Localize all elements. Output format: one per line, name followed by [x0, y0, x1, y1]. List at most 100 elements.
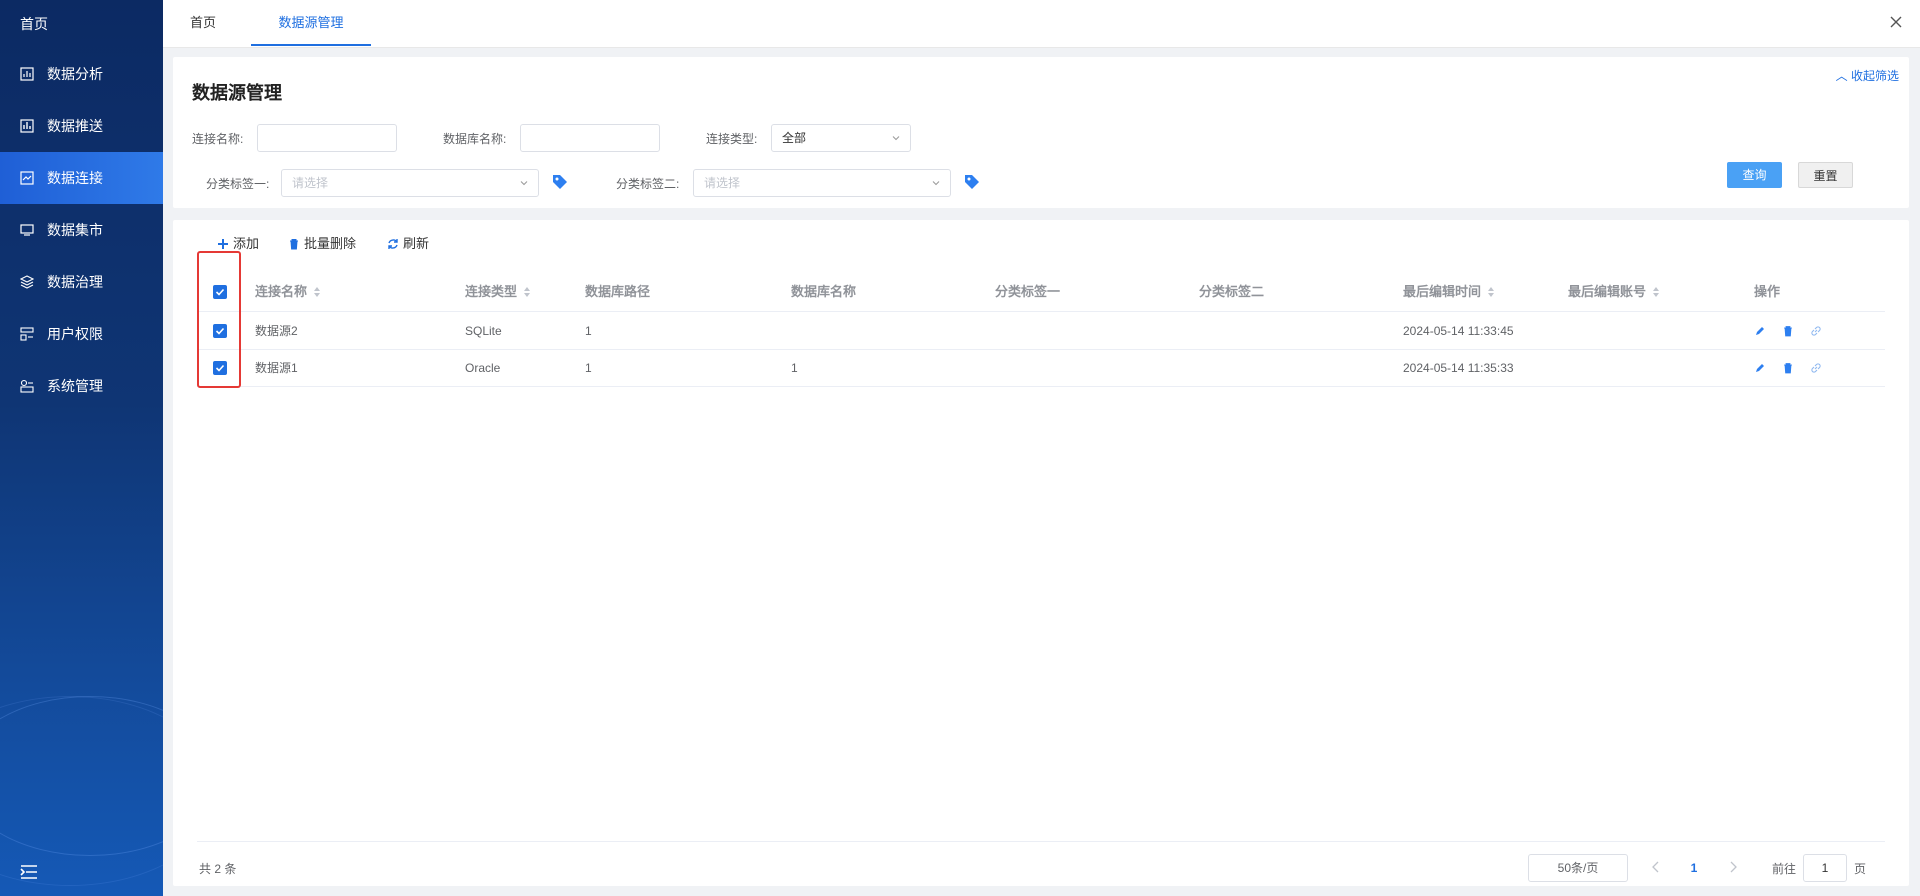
edit-icon[interactable] — [1754, 362, 1766, 374]
filter-panel: 数据源管理 ︿ 收起筛选 连接名称: 数据库名称: 连接类型: 全部 分类标签一… — [173, 57, 1909, 208]
column-header-label: 最后编辑时间 — [1403, 284, 1482, 299]
sidebar-item-data-connection[interactable]: 数据连接 — [0, 152, 163, 204]
cell-db-name: 1 — [791, 361, 798, 375]
sidebar-item-data-mart[interactable]: 数据集市 — [0, 204, 163, 256]
refresh-label: 刷新 — [403, 236, 430, 251]
sidebar-decoration — [0, 696, 163, 886]
db-name-label: 数据库名称: — [443, 132, 507, 146]
column-header: 分类标签二 — [1199, 284, 1265, 299]
sidebar-item-user-permission[interactable]: 用户权限 — [0, 308, 163, 360]
conn-name-input[interactable] — [257, 124, 397, 152]
tag2-select[interactable]: 请选择 — [693, 169, 951, 197]
refresh-icon — [388, 239, 398, 249]
total-count: 共 2 条 — [199, 862, 237, 876]
selection-highlight-box — [197, 251, 241, 388]
tag-icon[interactable] — [551, 173, 569, 191]
conn-type-label: 连接类型: — [706, 132, 758, 146]
sort-icon[interactable] — [1652, 286, 1660, 298]
column-header: 数据库路径 — [585, 284, 651, 299]
goto-prefix: 前往 — [1772, 862, 1797, 876]
system-icon — [20, 379, 34, 393]
chevron-right-icon[interactable] — [1728, 861, 1738, 873]
column-header-label: 连接类型 — [465, 284, 518, 299]
table-panel: 添加 批量删除 刷新 连接名称 连接类型 数据库路径 数据库名称 分类标签一 分… — [173, 220, 1909, 886]
chevron-down-icon — [520, 181, 528, 186]
sort-icon[interactable] — [523, 286, 531, 298]
conn-type-value: 全部 — [782, 131, 807, 145]
page-size-select[interactable]: 50条/页 — [1528, 854, 1628, 882]
goto-suffix: 页 — [1854, 862, 1867, 876]
cell-path: 1 — [585, 324, 592, 338]
sidebar: 首页 数据分析 数据推送 数据连接 数据集市 数据治理 用户权限 系统管理 — [0, 0, 163, 896]
tag1-label: 分类标签一: — [206, 177, 270, 191]
sidebar-item-label: 数据推送 — [47, 118, 103, 134]
delete-icon[interactable] — [1782, 362, 1794, 374]
cell-type: SQLite — [465, 324, 502, 338]
cell-name: 数据源1 — [255, 361, 298, 375]
cell-type: Oracle — [465, 361, 501, 375]
table-row[interactable]: 数据源1 Oracle 1 1 2024-05-14 11:35:33 — [197, 350, 1885, 387]
sidebar-item-data-push[interactable]: 数据推送 — [0, 100, 163, 152]
tag-icon[interactable] — [963, 173, 981, 191]
column-header: 操作 — [1754, 284, 1781, 299]
column-header: 数据库名称 — [791, 284, 857, 299]
tag2-placeholder: 请选择 — [704, 176, 741, 190]
chart-icon — [20, 67, 34, 81]
tag1-select[interactable]: 请选择 — [281, 169, 539, 197]
conn-type-select[interactable]: 全部 — [771, 124, 911, 152]
delete-icon[interactable] — [1782, 325, 1794, 337]
db-name-input[interactable] — [520, 124, 660, 152]
link-icon[interactable] — [1810, 362, 1822, 374]
sidebar-item-data-governance[interactable]: 数据治理 — [0, 256, 163, 308]
sidebar-item-label: 数据治理 — [47, 274, 103, 290]
sort-icon[interactable] — [1487, 286, 1495, 298]
tab-datasource-management[interactable]: 数据源管理 — [251, 0, 371, 46]
refresh-button[interactable]: 刷新 — [387, 234, 429, 254]
conn-name-label: 连接名称: — [192, 132, 244, 146]
layers-icon — [20, 275, 34, 289]
sidebar-item-label: 系统管理 — [47, 378, 103, 394]
chevron-left-icon[interactable] — [1651, 861, 1661, 873]
user-permission-icon — [20, 327, 34, 341]
sort-icon[interactable] — [313, 286, 321, 298]
column-header[interactable]: 最后编辑账号 — [1568, 272, 1660, 312]
cell-name: 数据源2 — [255, 324, 298, 338]
edit-icon[interactable] — [1754, 325, 1766, 337]
collapse-filter-link[interactable]: ︿ 收起筛选 — [1836, 67, 1899, 84]
column-header[interactable]: 连接名称 — [255, 272, 321, 312]
sidebar-item-label: 数据集市 — [47, 222, 103, 238]
column-header[interactable]: 最后编辑时间 — [1403, 272, 1495, 312]
sidebar-item-data-analysis[interactable]: 数据分析 — [0, 48, 163, 100]
sidebar-item-label: 数据分析 — [47, 66, 103, 82]
query-button[interactable]: 查询 — [1727, 162, 1782, 188]
batch-delete-label: 批量删除 — [304, 236, 357, 251]
page-number[interactable]: 1 — [1687, 854, 1701, 882]
sidebar-item-label: 数据连接 — [47, 170, 103, 186]
footer-divider — [197, 841, 1885, 842]
cell-path: 1 — [585, 361, 592, 375]
link-icon[interactable] — [1810, 325, 1822, 337]
table-row[interactable]: 数据源2 SQLite 1 2024-05-14 11:33:45 — [197, 313, 1885, 350]
reset-button[interactable]: 重置 — [1798, 162, 1853, 188]
trash-icon — [290, 239, 298, 250]
cell-time: 2024-05-14 11:33:45 — [1403, 324, 1514, 338]
close-icon[interactable] — [1888, 14, 1904, 30]
goto-page-input[interactable]: 1 — [1803, 854, 1847, 882]
tag1-placeholder: 请选择 — [292, 176, 329, 190]
sidebar-item-label: 用户权限 — [47, 326, 103, 342]
column-header-label: 最后编辑账号 — [1568, 284, 1647, 299]
chevron-down-icon — [892, 136, 900, 141]
cell-time: 2024-05-14 11:35:33 — [1403, 361, 1514, 375]
column-header: 分类标签一 — [995, 284, 1061, 299]
sidebar-item-system[interactable]: 系统管理 — [0, 360, 163, 412]
column-header[interactable]: 连接类型 — [465, 272, 531, 312]
page-title: 数据源管理 — [192, 83, 282, 103]
batch-delete-button[interactable]: 批量删除 — [288, 234, 356, 254]
tag2-label: 分类标签二: — [616, 177, 680, 191]
sidebar-home[interactable]: 首页 — [0, 0, 163, 48]
tab-home[interactable]: 首页 — [163, 0, 243, 46]
tab-bar: 首页 数据源管理 — [163, 0, 1920, 48]
menu-collapse-icon[interactable] — [20, 864, 38, 880]
bar-chart-icon — [20, 119, 34, 133]
monitor-icon — [20, 223, 34, 237]
